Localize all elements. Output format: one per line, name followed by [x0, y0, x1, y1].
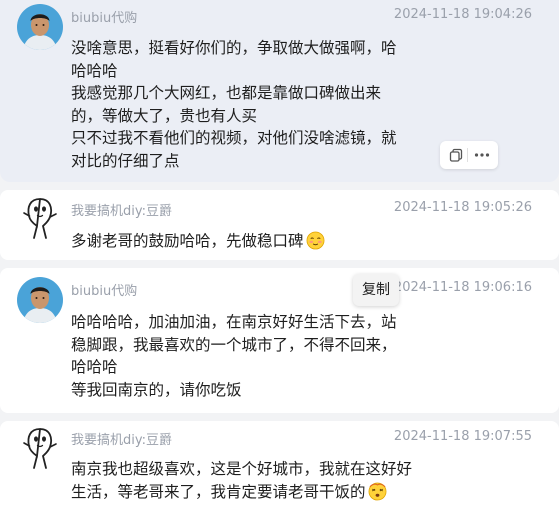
message-text: 没啥意思，挺看好你们的，争取做大做强啊，哈 哈哈哈 我感觉那几个大网红，也都是靠…	[71, 37, 441, 172]
message-line: 对比的仔细了点	[71, 151, 180, 170]
more-button[interactable]	[472, 145, 492, 165]
message-item[interactable]: biubiu代购 2024-11-18 19:04:26 没啥意思，挺看好你们的…	[0, 0, 559, 182]
sender-name: biubiu代购	[71, 284, 138, 299]
message-line-text: 多谢老哥的鼓励哈哈，先做稳口碑	[71, 232, 304, 250]
message-line: 哈哈哈	[71, 358, 118, 376]
message-line-text: 生活，等老哥来了，我肯定要请老哥干饭的	[71, 482, 366, 501]
avatar[interactable]	[17, 4, 63, 50]
sender-name: 我要搞机diy:豆爵	[71, 204, 172, 219]
message-line: 只不过我不看他们的视频，对他们没啥滤镜，就	[71, 129, 397, 147]
message-time: 2024-11-18 19:05:26	[393, 200, 532, 215]
sender-name: biubiu代购	[71, 11, 138, 26]
dizzy-face-emoji-icon	[368, 482, 386, 500]
message-item[interactable]: biubiu代购 2024-11-18 19:06:16 哈哈哈哈，加油加油，在…	[0, 268, 559, 413]
message-action-bar	[440, 141, 498, 169]
copy-tooltip: 复制	[353, 274, 399, 306]
sender-name: 我要搞机diy:豆爵	[71, 433, 172, 448]
message-line: 没啥意思，挺看好你们的，争取做大做强啊，哈	[71, 39, 397, 57]
message-line: 哈哈哈哈，加油加油，在南京好好生活下去，站	[71, 313, 397, 331]
message-text: 南京我也超级喜欢，这是个好城市，我就在这好好 生活，等老哥来了，我肯定要请老哥干…	[71, 458, 441, 503]
message-line: 南京我也超级喜欢，这是个好城市，我就在这好好	[71, 460, 413, 478]
shy-smile-emoji-icon	[306, 231, 324, 250]
avatar[interactable]	[17, 277, 63, 323]
message-line: 的，等做大了，贵也有人买	[71, 106, 258, 125]
message-text: 哈哈哈哈，加油加油，在南京好好生活下去，站 稳脚跟，我最喜欢的一个城市了，不得不…	[71, 311, 441, 401]
message-item[interactable]: 我要搞机diy:豆爵 2024-11-18 19:05:26 多谢老哥的鼓励哈哈…	[0, 190, 559, 260]
message-line: 我感觉那几个大网红，也都是靠做口碑做出来	[71, 84, 382, 102]
message-line: 等我回南京的，请你吃饭	[71, 380, 242, 399]
message-item[interactable]: 我要搞机diy:豆爵 2024-11-18 19:07:55 南京我也超级喜欢，…	[0, 421, 559, 510]
message-line: 生活，等老哥来了，我肯定要请老哥干饭的	[71, 481, 441, 504]
message-text: 多谢老哥的鼓励哈哈，先做稳口碑	[71, 230, 441, 253]
message-time: 2024-11-18 19:04:26	[393, 7, 532, 22]
divider	[467, 148, 468, 162]
copy-button[interactable]	[446, 145, 466, 165]
copy-icon	[449, 148, 463, 162]
message-line: 哈哈哈	[71, 61, 118, 80]
message-time: 2024-11-18 19:06:16	[393, 280, 532, 295]
more-icon	[474, 153, 490, 157]
message-line: 多谢老哥的鼓励哈哈，先做稳口碑	[71, 230, 441, 253]
avatar[interactable]	[17, 195, 63, 241]
message-time: 2024-11-18 19:07:55	[393, 429, 532, 444]
message-line: 稳脚跟，我最喜欢的一个城市了，不得不回来，	[71, 335, 397, 354]
avatar[interactable]	[17, 425, 63, 471]
